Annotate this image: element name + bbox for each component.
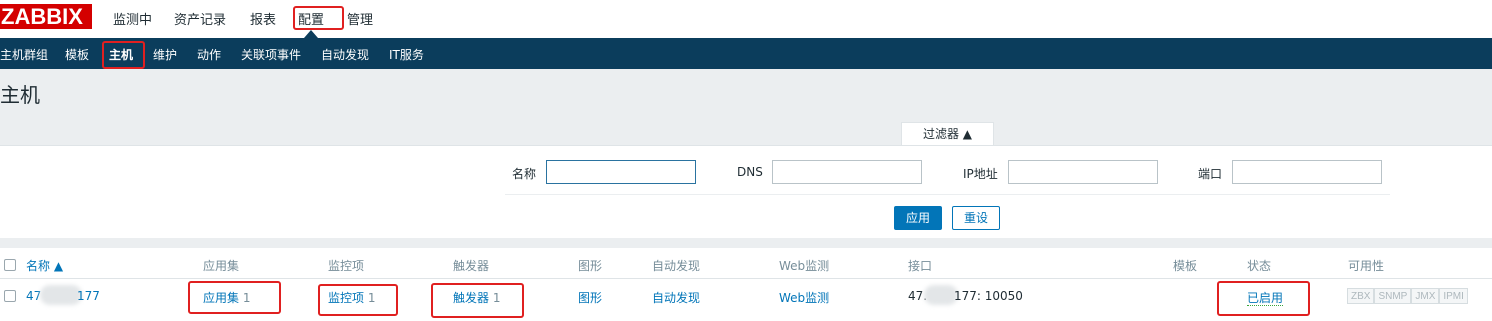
- discovery-cell: 自动发现: [652, 289, 700, 306]
- redacted-ip: [40, 285, 82, 305]
- col-web: Web监测: [779, 259, 830, 273]
- filter-tab[interactable]: 过滤器 ▲: [901, 122, 994, 145]
- col-status: 状态: [1247, 259, 1272, 273]
- sub-menu-actions[interactable]: 动作: [197, 46, 221, 63]
- triggers-cell: 触发器 1: [453, 289, 500, 306]
- col-name[interactable]: 名称 ▲: [26, 257, 63, 274]
- filter-area: 过滤器 ▲ 名称 DNS IP地址 端口 应用 重设: [0, 110, 1492, 238]
- sub-menu-templates[interactable]: 模板: [65, 46, 89, 63]
- availability-ipmi-badge: IPMI: [1439, 288, 1468, 304]
- availability-snmp-badge: SNMP: [1374, 288, 1412, 304]
- sub-navigation: 主机群组 模板 主机 维护 动作 关联项事件 自动发现 IT服务: [0, 38, 1492, 69]
- top-navigation: ZABBIX 监测中 资产记录 报表 配置 管理: [0, 0, 1492, 38]
- hosts-table: 名称 ▲ 应用集 监控项 触发器 图形 自动发现 Web监测 接口 模板 状态 …: [0, 248, 1492, 321]
- col-discovery: 自动发现: [652, 259, 701, 273]
- availability-jmx-badge: JMX: [1411, 288, 1440, 304]
- applications-link[interactable]: 应用集: [203, 291, 239, 305]
- triggers-count: 1: [492, 291, 501, 305]
- items-link[interactable]: 监控项: [328, 291, 364, 305]
- col-graphs: 图形: [578, 259, 603, 273]
- sub-menu-hosts[interactable]: 主机: [109, 46, 133, 63]
- status-enabled-link[interactable]: 已启用: [1247, 291, 1284, 306]
- col-applications: 应用集: [203, 259, 240, 273]
- applications-cell: 应用集 1: [203, 289, 250, 306]
- filter-port-label: 端口: [1198, 167, 1223, 181]
- reset-button[interactable]: 重设: [952, 206, 1000, 230]
- sub-menu-event-correlation[interactable]: 关联项事件: [241, 46, 301, 63]
- web-cell: Web监测: [779, 289, 829, 306]
- col-templates: 模板: [1173, 259, 1198, 273]
- filter-name-label: 名称: [512, 167, 537, 181]
- status-cell: 已启用: [1247, 289, 1284, 306]
- applications-count: 1: [242, 291, 251, 305]
- active-menu-caret: [304, 30, 318, 38]
- col-triggers: 触发器: [453, 259, 490, 273]
- apply-button[interactable]: 应用: [894, 206, 942, 230]
- col-items: 监控项: [328, 259, 365, 273]
- zabbix-logo[interactable]: ZABBIX: [0, 4, 92, 29]
- top-menu-configuration[interactable]: 配置: [298, 9, 324, 28]
- top-menu-administration[interactable]: 管理: [347, 9, 373, 28]
- filter-divider: [505, 194, 1390, 195]
- top-menu-inventory[interactable]: 资产记录: [174, 9, 226, 28]
- interface-suffix: 177: 10050: [954, 289, 1023, 303]
- col-availability: 可用性: [1348, 259, 1385, 273]
- table-row: 47 177 应用集 1 监控项 1 触发器 1 图形 自动发现 Web监测 4…: [0, 280, 1492, 310]
- graphs-cell: 图形: [578, 289, 602, 306]
- filter-port-input[interactable]: [1232, 160, 1382, 184]
- page-header: 主机: [0, 69, 1492, 110]
- top-menu-reports[interactable]: 报表: [250, 9, 276, 28]
- host-name-prefix: 47: [26, 289, 42, 303]
- discovery-link[interactable]: 自动发现: [652, 291, 700, 305]
- items-cell: 监控项 1: [328, 289, 375, 306]
- sub-menu-maintenance[interactable]: 维护: [153, 46, 177, 63]
- items-count: 1: [367, 291, 376, 305]
- graphs-link[interactable]: 图形: [578, 291, 602, 305]
- filter-dns-input[interactable]: [772, 160, 922, 184]
- top-menu-monitoring[interactable]: 监测中: [113, 9, 152, 28]
- availability-badges: ZBX SNMP JMX IPMI: [1347, 288, 1468, 304]
- filter-name-input[interactable]: [546, 160, 696, 184]
- host-name-suffix[interactable]: 177: [77, 289, 100, 303]
- sub-menu-host-groups[interactable]: 主机群组: [0, 46, 48, 63]
- filter-ip-input[interactable]: [1008, 160, 1158, 184]
- page-title: 主机: [0, 83, 40, 107]
- redacted-interface: [924, 285, 958, 305]
- filter-dns-label: DNS: [737, 165, 763, 179]
- select-all-checkbox[interactable]: [4, 259, 16, 271]
- sub-menu-discovery[interactable]: 自动发现: [321, 46, 369, 63]
- filter-ip-label: IP地址: [963, 167, 998, 181]
- web-link[interactable]: Web监测: [779, 291, 829, 305]
- triggers-link[interactable]: 触发器: [453, 291, 489, 305]
- availability-zbx-badge: ZBX: [1347, 288, 1375, 304]
- table-header: 名称 ▲ 应用集 监控项 触发器 图形 自动发现 Web监测 接口 模板 状态 …: [0, 248, 1492, 279]
- col-interface: 接口: [908, 259, 933, 273]
- row-checkbox[interactable]: [4, 290, 16, 302]
- host-name-link[interactable]: 47: [26, 289, 41, 303]
- sub-menu-it-services[interactable]: IT服务: [389, 46, 424, 63]
- filter-body: 名称 DNS IP地址 端口 应用 重设: [0, 145, 1492, 238]
